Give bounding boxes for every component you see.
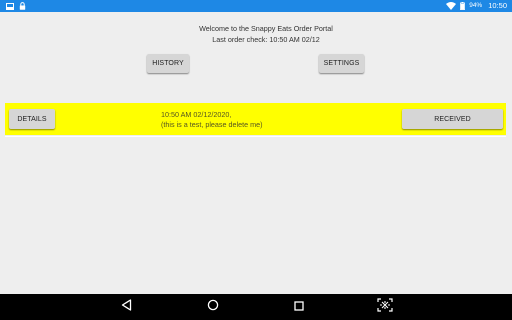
settings-button[interactable]: SETTINGS <box>319 54 364 73</box>
back-icon <box>121 298 132 316</box>
status-bar: 94% 10:50 <box>0 0 512 12</box>
order-row-divider <box>5 136 506 137</box>
navigation-bar <box>0 294 512 320</box>
wifi-icon <box>446 2 457 10</box>
back-button[interactable] <box>111 294 141 320</box>
home-icon <box>207 298 219 316</box>
status-right-icons: 94% 10:50 <box>446 0 507 12</box>
order-timestamp: 10:50 AM 02/12/2020, <box>161 110 232 119</box>
order-details-button[interactable]: DETAILS <box>9 109 55 129</box>
welcome-header: Welcome to the Snappy Eats Order Portal … <box>0 24 512 45</box>
home-button[interactable] <box>198 294 228 320</box>
status-clock: 10:50 <box>488 1 507 10</box>
status-left-icons <box>6 2 26 10</box>
battery-percent: 94% <box>469 2 483 9</box>
screenshot-icon <box>6 2 14 10</box>
order-note: (this is a test, please delete me) <box>161 119 263 129</box>
screen-capture-button[interactable] <box>370 294 400 320</box>
order-info: 10:50 AM 02/12/2020, (this is a test, pl… <box>161 110 262 129</box>
last-order-check-text: Last order check: 10:50 AM 02/12 <box>212 34 320 44</box>
welcome-text: Welcome to the Snappy Eats Order Portal <box>199 24 333 33</box>
screen-capture-icon <box>377 297 393 317</box>
battery-icon <box>460 2 466 10</box>
history-button[interactable]: HISTORY <box>147 54 189 73</box>
recents-button[interactable] <box>284 294 314 320</box>
recents-icon <box>294 298 304 316</box>
lock-icon <box>19 2 26 10</box>
order-received-button[interactable]: RECEIVED <box>402 109 503 129</box>
